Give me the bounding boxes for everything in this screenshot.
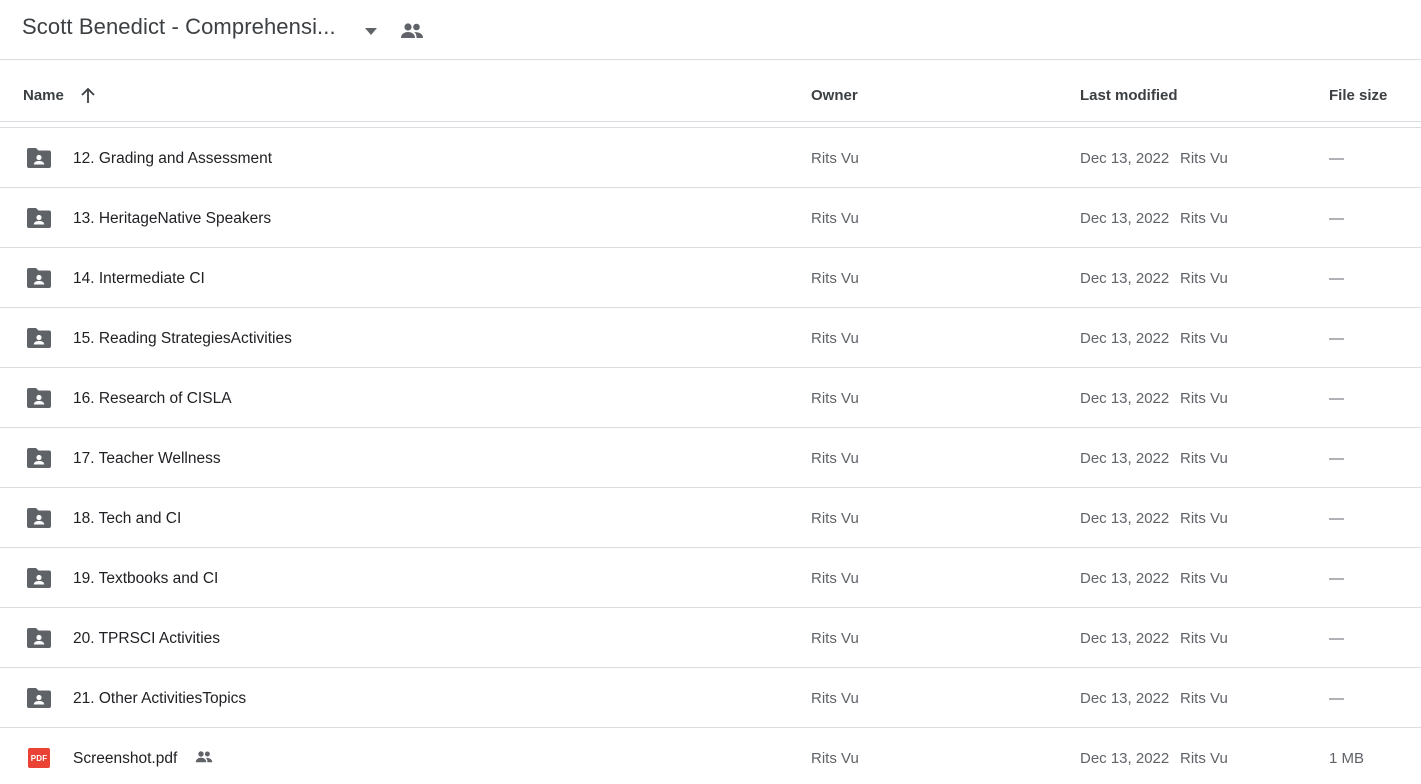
file-modified-date: Dec 13, 2022 xyxy=(1080,150,1170,167)
file-size: — xyxy=(1329,270,1344,287)
column-header-row: Name Owner Last modified File size xyxy=(0,60,1421,122)
file-size: — xyxy=(1329,570,1344,587)
file-owner: Rits Vu xyxy=(811,630,859,647)
file-owner: Rits Vu xyxy=(811,330,859,347)
file-size: — xyxy=(1329,510,1344,527)
file-owner: Rits Vu xyxy=(811,210,859,227)
file-modified-date: Dec 13, 2022 xyxy=(1080,210,1170,227)
shared-folder-icon xyxy=(27,448,51,468)
file-name: 19. Textbooks and CI xyxy=(73,570,219,587)
shared-folder-icon xyxy=(27,208,51,228)
file-modified-by: Rits Vu xyxy=(1180,330,1228,347)
file-row[interactable]: 21. Other ActivitiesTopics Rits Vu Dec 1… xyxy=(0,668,1421,728)
file-size: — xyxy=(1329,210,1344,227)
file-size: — xyxy=(1329,450,1344,467)
folder-title[interactable]: Scott Benedict - Comprehensi... xyxy=(22,14,336,40)
shared-folder-icon xyxy=(27,268,51,288)
file-modified-by: Rits Vu xyxy=(1180,570,1228,587)
file-owner: Rits Vu xyxy=(811,390,859,407)
file-size: — xyxy=(1329,330,1344,347)
file-modified-date: Dec 13, 2022 xyxy=(1080,570,1170,587)
file-row[interactable]: 17. Teacher Wellness Rits Vu Dec 13, 202… xyxy=(0,428,1421,488)
file-name: 15. Reading StrategiesActivities xyxy=(73,330,292,347)
file-modified-date: Dec 13, 2022 xyxy=(1080,510,1170,527)
pdf-icon: PDF xyxy=(28,748,50,768)
shared-folder-icon xyxy=(27,148,51,168)
file-modified-date: Dec 13, 2022 xyxy=(1080,450,1170,467)
file-row[interactable]: 18. Tech and CI Rits Vu Dec 13, 2022 Rit… xyxy=(0,488,1421,548)
column-header-name[interactable]: Name xyxy=(23,87,64,104)
file-name: 13. HeritageNative Speakers xyxy=(73,210,272,227)
column-header-last-modified[interactable]: Last modified xyxy=(1080,87,1178,104)
file-modified-date: Dec 13, 2022 xyxy=(1080,630,1170,647)
file-modified-by: Rits Vu xyxy=(1180,510,1228,527)
file-row[interactable]: 16. Research of CISLA Rits Vu Dec 13, 20… xyxy=(0,368,1421,428)
file-size: — xyxy=(1329,150,1344,167)
file-modified-date: Dec 13, 2022 xyxy=(1080,330,1170,347)
shared-folder-icon xyxy=(27,328,51,348)
file-row[interactable]: 15. Reading StrategiesActivities Rits Vu… xyxy=(0,308,1421,368)
file-modified-by: Rits Vu xyxy=(1180,750,1228,767)
file-row[interactable]: 13. HeritageNative Speakers Rits Vu Dec … xyxy=(0,188,1421,248)
file-modified-by: Rits Vu xyxy=(1180,270,1228,287)
file-name: 17. Teacher Wellness xyxy=(73,450,221,467)
file-owner: Rits Vu xyxy=(811,690,859,707)
file-size: — xyxy=(1329,690,1344,707)
file-owner: Rits Vu xyxy=(811,450,859,467)
shared-folder-icon xyxy=(27,568,51,588)
file-modified-by: Rits Vu xyxy=(1180,450,1228,467)
file-modified-by: Rits Vu xyxy=(1180,690,1228,707)
file-modified-by: Rits Vu xyxy=(1180,630,1228,647)
file-owner: Rits Vu xyxy=(811,270,859,287)
file-row[interactable]: 20. TPRSCI Activities Rits Vu Dec 13, 20… xyxy=(0,608,1421,668)
shared-folder-icon xyxy=(27,388,51,408)
file-size: 1 MB xyxy=(1329,750,1365,767)
file-name: 18. Tech and CI xyxy=(73,510,182,527)
file-modified-by: Rits Vu xyxy=(1180,210,1228,227)
file-modified-date: Dec 13, 2022 xyxy=(1080,390,1170,407)
file-owner: Rits Vu xyxy=(811,750,859,767)
file-modified-date: Dec 13, 2022 xyxy=(1080,750,1170,767)
file-row[interactable]: 19. Textbooks and CI Rits Vu Dec 13, 202… xyxy=(0,548,1421,608)
file-modified-date: Dec 13, 2022 xyxy=(1080,270,1170,287)
file-list: 12. Grading and Assessment Rits Vu Dec 1… xyxy=(0,128,1421,784)
file-size: — xyxy=(1329,630,1344,647)
shared-folder-icon xyxy=(27,688,51,708)
file-size: — xyxy=(1329,390,1344,407)
shared-folder-icon xyxy=(27,628,51,648)
file-owner: Rits Vu xyxy=(811,510,859,527)
file-name: 16. Research of CISLA xyxy=(73,390,232,407)
file-owner: Rits Vu xyxy=(811,150,859,167)
file-owner: Rits Vu xyxy=(811,570,859,587)
file-modified-date: Dec 13, 2022 xyxy=(1080,690,1170,707)
column-header-file-size[interactable]: File size xyxy=(1329,87,1387,104)
file-name: 12. Grading and Assessment xyxy=(73,150,273,167)
people-icon xyxy=(401,23,423,38)
file-modified-by: Rits Vu xyxy=(1180,150,1228,167)
people-icon xyxy=(195,751,213,763)
file-name: 21. Other ActivitiesTopics xyxy=(73,690,247,707)
arrow-upward-icon[interactable] xyxy=(78,86,98,106)
shared-folder-icon xyxy=(27,508,51,528)
file-row[interactable]: 12. Grading and Assessment Rits Vu Dec 1… xyxy=(0,128,1421,188)
arrow-drop-down-icon[interactable] xyxy=(362,24,380,38)
file-name: 20. TPRSCI Activities xyxy=(73,630,221,647)
drive-folder-view: Scott Benedict - Comprehensi... Name Own… xyxy=(0,0,1421,784)
file-modified-by: Rits Vu xyxy=(1180,390,1228,407)
column-header-owner[interactable]: Owner xyxy=(811,87,858,104)
file-row[interactable]: PDF Screenshot.pdf Rits Vu Dec 13, 2022 … xyxy=(0,728,1421,784)
file-row[interactable]: 14. Intermediate CI Rits Vu Dec 13, 2022… xyxy=(0,248,1421,308)
file-name: 14. Intermediate CI xyxy=(73,270,205,287)
folder-header: Scott Benedict - Comprehensi... xyxy=(0,0,1421,60)
file-name: Screenshot.pdf xyxy=(73,750,178,767)
